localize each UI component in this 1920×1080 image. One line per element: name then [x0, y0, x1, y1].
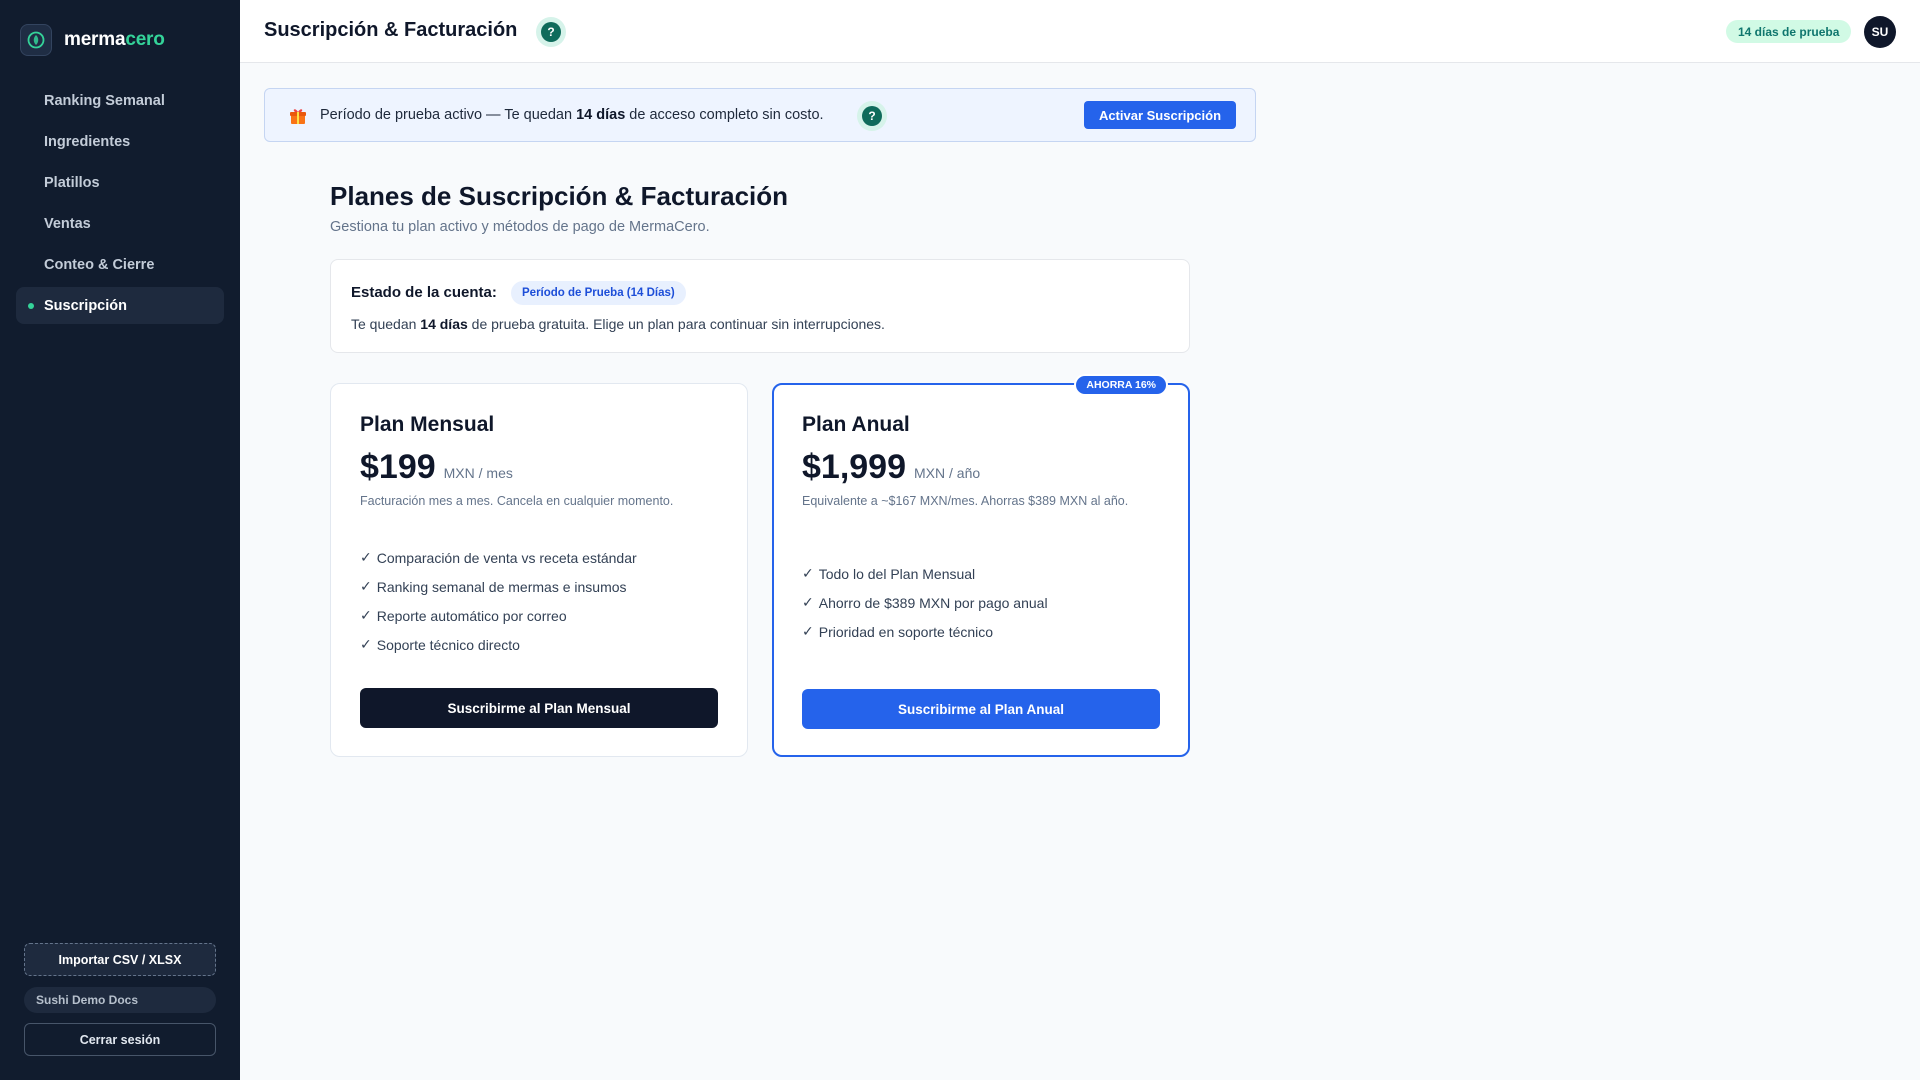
- plan-price-row: $199 MXN / mes: [360, 448, 513, 487]
- brand-name: mermacero: [64, 29, 165, 51]
- active-indicator-dot: [28, 303, 34, 309]
- check-icon: ✓: [360, 549, 372, 565]
- plan-price: $1,999: [802, 448, 906, 486]
- topbar: Suscripción & Facturación ? 14 días de p…: [240, 0, 1920, 63]
- check-icon: ✓: [802, 565, 814, 581]
- feature-label: Soporte técnico directo: [376, 636, 520, 653]
- sidebar-item-ventas[interactable]: Ventas: [16, 205, 224, 242]
- status-badge: Período de Prueba (14 Días): [511, 281, 686, 305]
- plan-price-row: $1,999 MXN / año: [802, 448, 980, 487]
- sidebar-item-label: Conteo & Cierre: [44, 256, 155, 273]
- feature-label: Ahorro de $389 MXN por pago anual: [818, 594, 1048, 611]
- check-icon: ✓: [802, 623, 814, 639]
- account-status-description: Te quedan 14 días de prueba gratuita. El…: [351, 316, 885, 332]
- sidebar-item-label: Ranking Semanal: [44, 92, 165, 109]
- check-icon: ✓: [360, 607, 372, 623]
- feature-item: ✓ Comparación de venta vs receta estándar: [360, 543, 637, 572]
- trial-days-badge: 14 días de prueba: [1726, 20, 1852, 43]
- savings-badge: AHORRA 16%: [1074, 374, 1168, 396]
- plan-name: Plan Anual: [802, 413, 910, 436]
- feature-item: ✓ Ranking semanal de mermas e insumos: [360, 572, 637, 601]
- plan-period: MXN / año: [914, 465, 981, 481]
- sidebar-nav: Ranking Semanal Ingredientes Platillos V…: [16, 82, 224, 328]
- sidebar-item-suscripcion[interactable]: Suscripción: [16, 287, 224, 324]
- sidebar-item-platillos[interactable]: Platillos: [16, 164, 224, 201]
- plan-card-monthly: Plan Mensual $199 MXN / mes Facturación …: [330, 383, 748, 757]
- sidebar-item-conteo-cierre[interactable]: Conteo & Cierre: [16, 246, 224, 283]
- feature-item: ✓ Todo lo del Plan Mensual: [802, 559, 1048, 588]
- help-icon[interactable]: ?: [541, 22, 561, 42]
- plan-period: MXN / mes: [443, 465, 513, 481]
- user-avatar[interactable]: SU: [1864, 16, 1896, 48]
- plan-name: Plan Mensual: [360, 413, 495, 436]
- brand[interactable]: mermacero: [20, 24, 165, 56]
- plan-price: $199: [360, 448, 436, 486]
- feature-label: Prioridad en soporte técnico: [818, 623, 994, 640]
- brand-name-part2: cero: [125, 29, 165, 50]
- brand-name-part1: merma: [64, 29, 126, 50]
- sidebar-item-label: Platillos: [44, 174, 100, 191]
- page-title: Suscripción & Facturación: [264, 19, 518, 41]
- plan-note: Facturación mes a mes. Cancela en cualqu…: [360, 494, 674, 508]
- section-subtitle: Gestiona tu plan activo y métodos de pag…: [330, 219, 710, 235]
- banner-days-remaining: 14 días: [576, 107, 626, 123]
- check-icon: ✓: [360, 636, 372, 652]
- feature-label: Todo lo del Plan Mensual: [818, 565, 976, 582]
- status-desc-end: de prueba gratuita. Elige un plan para c…: [467, 316, 885, 332]
- account-status-card: Estado de la cuenta: Período de Prueba (…: [330, 259, 1190, 353]
- feature-item: ✓ Reporte automático por correo: [360, 601, 637, 630]
- subscribe-monthly-button[interactable]: Suscribirme al Plan Mensual: [360, 688, 718, 728]
- banner-help-icon[interactable]: ?: [862, 106, 882, 126]
- feature-item: ✓ Soporte técnico directo: [360, 630, 637, 659]
- trial-banner: Período de prueba activo — Te quedan 14 …: [264, 88, 1256, 142]
- sidebar-item-ingredientes[interactable]: Ingredientes: [16, 123, 224, 160]
- feature-item: ✓ Ahorro de $389 MXN por pago anual: [802, 588, 1048, 617]
- account-status-label: Estado de la cuenta:: [351, 284, 497, 301]
- feature-label: Comparación de venta vs receta estándar: [376, 549, 637, 566]
- demo-docs-link[interactable]: Sushi Demo Docs: [24, 987, 216, 1013]
- feature-label: Ranking semanal de mermas e insumos: [376, 578, 627, 595]
- logo-icon: [20, 24, 52, 56]
- import-csv-button[interactable]: Importar CSV / XLSX: [24, 943, 216, 976]
- status-desc-start: Te quedan: [351, 316, 421, 332]
- section-title: Planes de Suscripción & Facturación: [330, 181, 789, 211]
- plan-note: Equivalente a ~$167 MXN/mes. Ahorras $38…: [802, 494, 1129, 508]
- check-icon: ✓: [802, 594, 814, 610]
- sidebar-item-label: Ventas: [44, 215, 91, 232]
- feature-list: ✓ Todo lo del Plan Mensual ✓ Ahorro de $38…: [802, 559, 1048, 646]
- banner-text-start: Período de prueba activo — Te quedan: [320, 107, 577, 123]
- activate-subscription-button[interactable]: Activar Suscripción: [1084, 101, 1236, 129]
- feature-list: ✓ Comparación de venta vs receta estándar…: [360, 543, 637, 659]
- sidebar-item-label: Ingredientes: [44, 133, 131, 150]
- gift-icon: [290, 109, 306, 124]
- status-days-remaining: 14 días: [420, 316, 468, 332]
- feature-label: Reporte automático por correo: [376, 607, 567, 624]
- plan-card-annual: AHORRA 16% Plan Anual $1,999 MXN / año E…: [772, 374, 1190, 757]
- check-icon: ✓: [360, 578, 372, 594]
- banner-text-end: de acceso completo sin costo.: [625, 107, 824, 123]
- sidebar-item-label: Suscripción: [44, 297, 127, 314]
- sidebar-item-ranking-semanal[interactable]: Ranking Semanal: [16, 82, 224, 119]
- logout-button[interactable]: Cerrar sesión: [24, 1023, 216, 1056]
- feature-item: ✓ Prioridad en soporte técnico: [802, 617, 1048, 646]
- subscribe-annual-button[interactable]: Suscribirme al Plan Anual: [802, 689, 1160, 729]
- sidebar: mermacero Ranking Semanal Ingredientes P…: [0, 0, 240, 1080]
- trial-banner-text: Período de prueba activo — Te quedan 14 …: [320, 107, 824, 123]
